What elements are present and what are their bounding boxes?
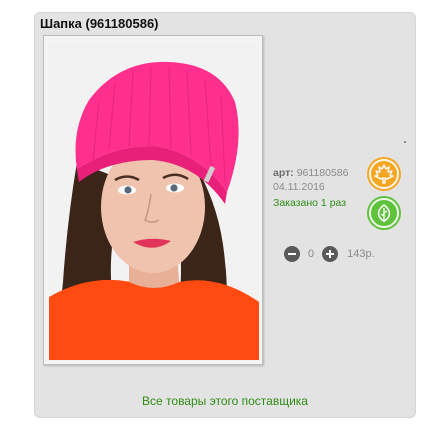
- maple-leaf-badge[interactable]: [367, 157, 401, 191]
- product-title: Шапка (961180586): [40, 16, 159, 31]
- product-image[interactable]: [49, 42, 259, 360]
- leaf-badge[interactable]: [367, 196, 401, 230]
- product-info: арт: 961180586 04.11.2016 Заказано 1 раз: [273, 166, 348, 210]
- quantity-stepper: 0 143р.: [284, 245, 375, 263]
- ordered-count: Заказано 1 раз: [273, 197, 347, 209]
- article-value: 961180586: [296, 167, 349, 179]
- minus-icon: [288, 253, 296, 255]
- quantity-count: 0: [308, 248, 315, 260]
- plus-icon: [326, 250, 335, 258]
- article-line: арт: 961180586: [273, 166, 348, 180]
- supplier-products-link[interactable]: Все товары этого поставщика: [0, 394, 430, 408]
- separator-dot: [404, 141, 406, 143]
- decrease-button[interactable]: [284, 246, 300, 262]
- product-price: 143р.: [347, 248, 375, 260]
- product-photo[interactable]: [49, 42, 259, 360]
- article-label: арт:: [273, 167, 294, 179]
- increase-button[interactable]: [322, 246, 339, 262]
- product-date: 04.11.2016: [273, 181, 325, 193]
